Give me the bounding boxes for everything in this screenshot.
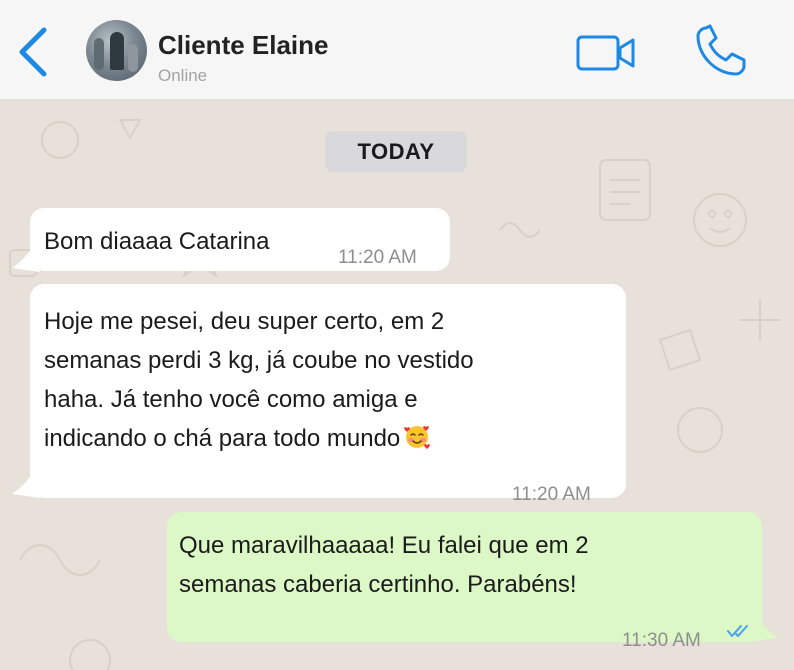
back-button[interactable] [14, 26, 54, 78]
date-separator: TODAY [325, 131, 467, 172]
video-call-button[interactable] [576, 34, 636, 72]
double-check-read-icon [727, 625, 748, 637]
message-text: Que maravilhaaaaa! Eu falei que em 2 sem… [179, 526, 739, 604]
message-time: 11:30 AM [622, 630, 701, 651]
message-line: semanas perdi 3 kg, já coube no vestido [44, 347, 474, 374]
smiling-face-with-hearts-icon [404, 426, 431, 449]
message-time: 11:20 AM [338, 247, 417, 268]
message-time: 11:20 AM [512, 484, 591, 505]
message-text: Bom diaaaa Catarina [44, 228, 270, 255]
message-line: Hoje me pesei, deu super certo, em 2 [44, 308, 445, 335]
video-camera-icon [576, 35, 635, 71]
chevron-left-icon [19, 27, 47, 77]
message-line: Que maravilhaaaaa! Eu falei que em 2 [179, 532, 589, 559]
message-bubble-outgoing[interactable]: Que maravilhaaaaa! Eu falei que em 2 sem… [167, 512, 762, 651]
avatar[interactable] [86, 20, 147, 81]
message-bubble-incoming[interactable]: Hoje me pesei, deu super certo, em 2 sem… [30, 284, 626, 505]
message-text: Hoje me pesei, deu super certo, em 2 sem… [44, 302, 604, 458]
chat-header: Cliente Elaine Online [0, 0, 794, 100]
message-line: semanas caberia certinho. Parabéns! [179, 571, 577, 598]
message-bubble-incoming[interactable]: Bom diaaaa Catarina 11:20 AM [30, 208, 450, 271]
message-line: haha. Já tenho você como amiga e [44, 386, 418, 413]
contact-status: Online [158, 66, 208, 85]
chat-screen: Cliente Elaine Online TODAY Bom diaaaa C… [0, 0, 794, 670]
phone-icon [696, 24, 746, 76]
message-line-last: indicando o chá para todo mundo [44, 419, 604, 458]
contact-name[interactable]: Cliente Elaine [158, 30, 329, 61]
message-line: indicando o chá para todo mundo [44, 425, 401, 452]
voice-call-button[interactable] [694, 24, 750, 78]
